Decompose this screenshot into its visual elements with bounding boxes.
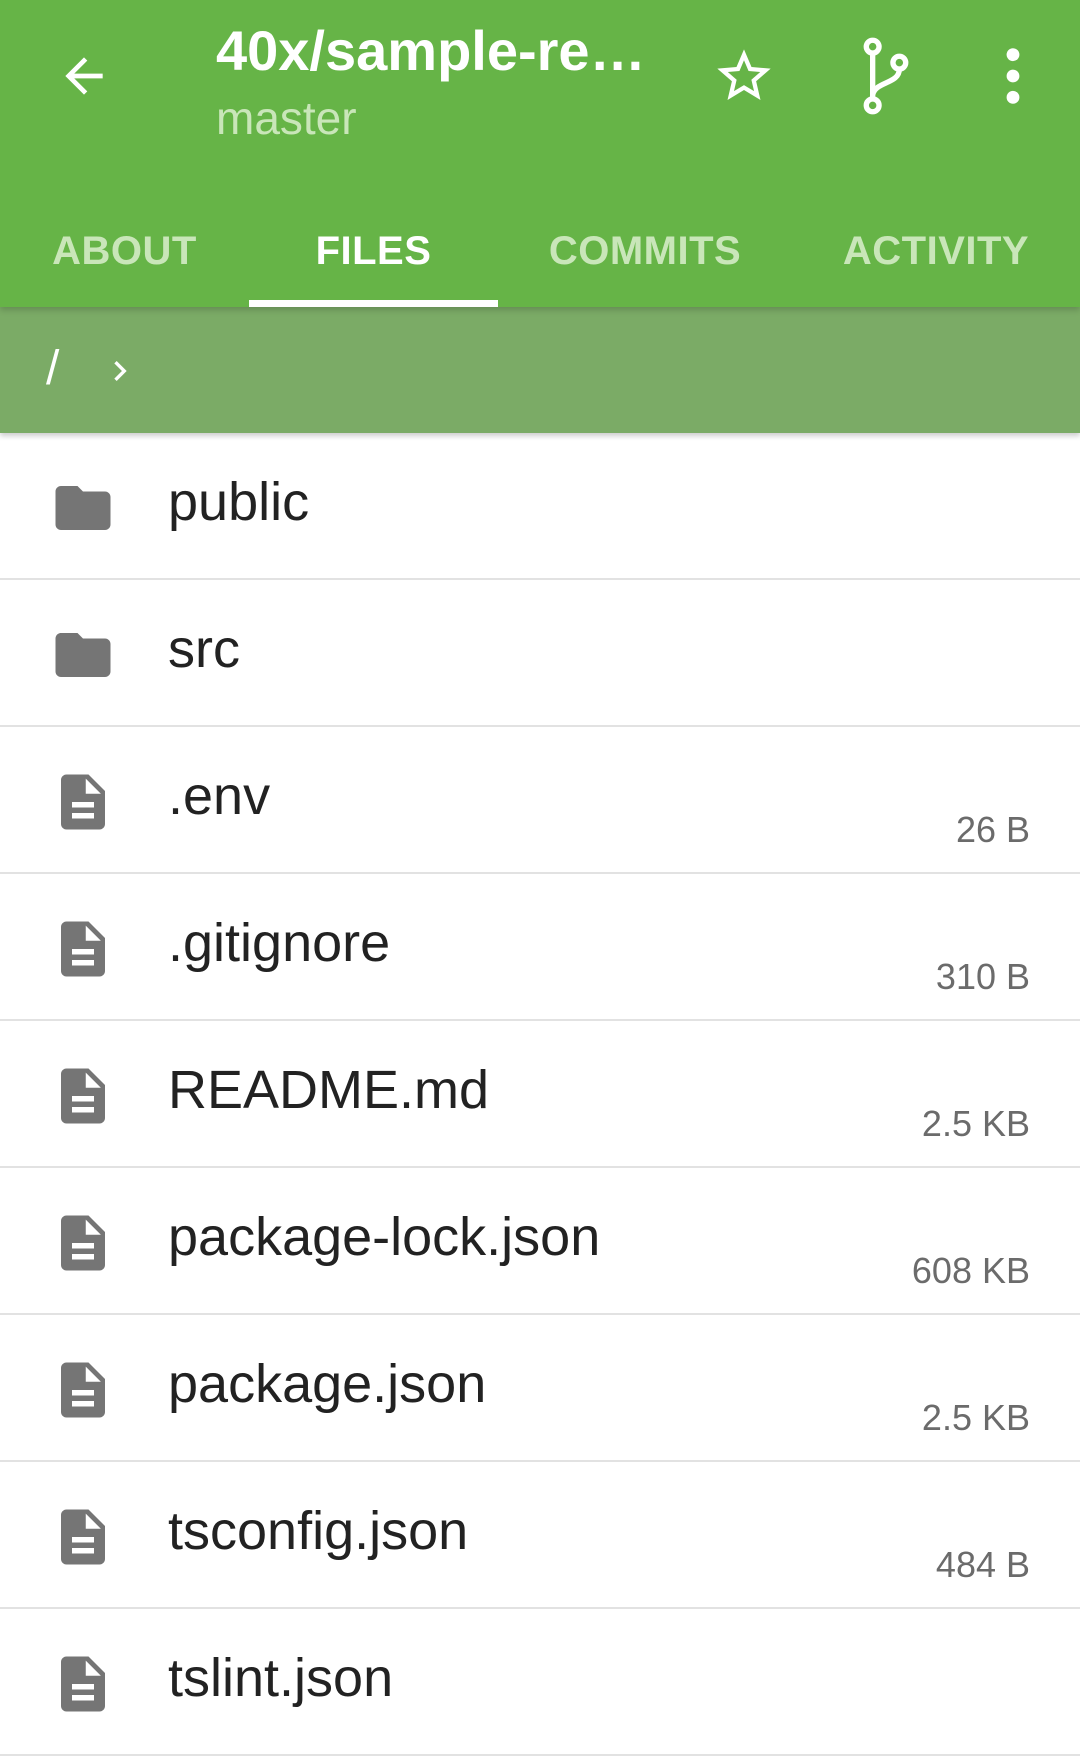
file-list: public src .env 26 B .gitignore 310 B README.m… bbox=[0, 433, 1080, 1756]
file-icon bbox=[50, 1063, 116, 1129]
file-name: tslint.json bbox=[168, 1648, 394, 1708]
file-row[interactable]: src bbox=[0, 580, 1080, 727]
arrow-back-icon bbox=[65, 57, 103, 95]
title-block: 40x/sample-re… master bbox=[216, 18, 656, 146]
tab-indicator bbox=[249, 300, 498, 307]
file-size: 484 B bbox=[935, 1544, 1030, 1585]
file-icon bbox=[50, 769, 116, 835]
more-options-button[interactable] bbox=[973, 36, 1053, 116]
file-icon bbox=[50, 1357, 116, 1423]
file-name: tsconfig.json bbox=[168, 1501, 469, 1561]
tab-about[interactable]: ABOUT bbox=[0, 196, 249, 307]
breadcrumb: / bbox=[0, 307, 1080, 433]
file-name: .gitignore bbox=[168, 913, 391, 973]
file-row[interactable]: .gitignore 310 B bbox=[0, 874, 1080, 1021]
file-icon bbox=[50, 1504, 116, 1570]
breadcrumb-root[interactable]: / bbox=[46, 341, 59, 396]
file-icon bbox=[50, 1651, 116, 1717]
folder-icon bbox=[55, 633, 111, 677]
star-button[interactable] bbox=[704, 36, 784, 116]
file-row[interactable]: tsconfig.json 484 B bbox=[0, 1462, 1080, 1609]
file-document-icon bbox=[61, 1068, 105, 1124]
star-icon bbox=[717, 49, 771, 100]
file-size: 26 B bbox=[955, 809, 1030, 850]
back-button[interactable] bbox=[44, 36, 124, 116]
file-row[interactable]: public bbox=[0, 433, 1080, 580]
folder-icon bbox=[50, 622, 116, 688]
file-name: package.json bbox=[168, 1354, 487, 1414]
file-document-icon bbox=[61, 1656, 105, 1712]
app-bar: 40x/sample-re… master ABOUT FILES COMMIT… bbox=[0, 0, 1080, 307]
file-name: README.md bbox=[168, 1060, 490, 1120]
branch-button[interactable] bbox=[846, 36, 926, 116]
file-document-icon bbox=[61, 921, 105, 977]
file-row[interactable]: package.json 2.5 KB bbox=[0, 1315, 1080, 1462]
file-document-icon bbox=[61, 1215, 105, 1271]
tab-commits[interactable]: COMMITS bbox=[498, 196, 792, 307]
file-icon bbox=[50, 916, 116, 982]
folder-icon bbox=[50, 475, 116, 541]
tab-files[interactable]: FILES bbox=[249, 196, 498, 307]
file-name: package-lock.json bbox=[168, 1207, 601, 1267]
branch-icon bbox=[863, 37, 909, 115]
file-row[interactable]: .env 26 B bbox=[0, 727, 1080, 874]
repo-title: 40x/sample-re… bbox=[216, 19, 646, 82]
file-size: 2.5 KB bbox=[921, 1397, 1030, 1438]
file-row[interactable]: package-lock.json 608 KB bbox=[0, 1168, 1080, 1315]
file-size: 2.5 KB bbox=[921, 1103, 1030, 1144]
file-name: src bbox=[168, 619, 240, 679]
folder-icon bbox=[55, 486, 111, 530]
file-document-icon bbox=[61, 1362, 105, 1418]
tab-bar: ABOUT FILES COMMITS ACTIVITY bbox=[0, 196, 1080, 307]
tab-activity[interactable]: ACTIVITY bbox=[792, 196, 1080, 307]
more-vert-icon bbox=[1006, 48, 1020, 104]
file-size: 608 KB bbox=[911, 1250, 1030, 1291]
file-icon bbox=[50, 1210, 116, 1276]
file-row[interactable]: README.md 2.5 KB bbox=[0, 1021, 1080, 1168]
branch-subtitle: master bbox=[216, 92, 357, 144]
file-row[interactable]: tslint.json bbox=[0, 1609, 1080, 1756]
chevron-right-icon bbox=[114, 361, 127, 381]
file-size: 310 B bbox=[935, 956, 1030, 997]
file-name: public bbox=[168, 472, 310, 532]
file-document-icon bbox=[61, 774, 105, 830]
file-document-icon bbox=[61, 1509, 105, 1565]
file-name: .env bbox=[168, 766, 271, 826]
